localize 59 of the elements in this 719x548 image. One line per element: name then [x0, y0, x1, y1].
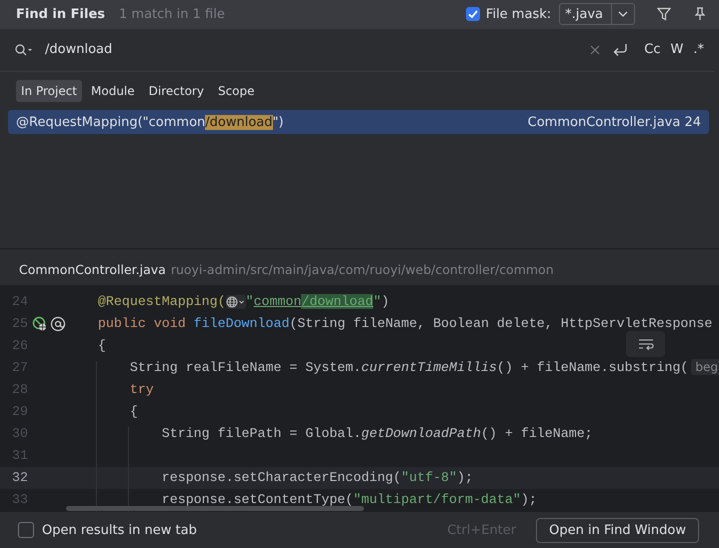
file-mask-combo[interactable]: *.java	[559, 3, 635, 26]
search-option-toggle[interactable]: .*	[693, 42, 704, 58]
soft-wrap-icon[interactable]	[638, 338, 654, 350]
search-icon[interactable]	[15, 44, 33, 56]
line-number: 32	[11, 470, 29, 486]
code-token: public void	[96, 316, 187, 332]
code-token: String realFileName = System.	[128, 360, 362, 376]
code-token: response.setContentType(	[160, 492, 354, 508]
result-row[interactable]: @RequestMapping("common/download") CommonController.java 24	[8, 110, 709, 134]
code-token: "	[246, 294, 254, 310]
code-token: currentTimeMillis	[361, 360, 497, 376]
code-token: () + fileName;	[480, 426, 593, 442]
code-token: common	[254, 294, 302, 310]
newline-icon[interactable]	[612, 42, 628, 57]
code-token: String filePath = Global.	[160, 426, 362, 442]
url-hint-icon[interactable]	[226, 294, 246, 309]
file-mask-label: File mask:	[486, 6, 552, 22]
code-token: try	[128, 382, 154, 398]
code-token: );	[520, 492, 537, 508]
scope-tab[interactable]: In Project	[16, 80, 82, 102]
new-tab-checkbox[interactable]	[18, 522, 34, 538]
code-token: "multipart/form-data"	[353, 492, 521, 508]
scope-tab[interactable]: Scope	[212, 80, 260, 102]
code-token: "	[373, 294, 382, 310]
search-option-toggle[interactable]: W	[670, 42, 684, 58]
at-sign-icon[interactable]	[50, 316, 66, 332]
endpoint-icon[interactable]	[32, 316, 48, 332]
caret-icon[interactable]	[618, 11, 628, 18]
code-token: (String fileName, Boolean delete, HttpServletResponse	[289, 316, 712, 332]
open-in-find-window-button[interactable]: Open in Find Window	[536, 518, 699, 543]
code-token: )	[381, 294, 390, 310]
filter-icon[interactable]	[657, 7, 671, 22]
new-tab-label: Open results in new tab	[42, 522, 197, 538]
dialog-title: Find in Files	[16, 6, 106, 22]
code-token: );	[457, 470, 473, 486]
pin-icon[interactable]	[693, 7, 707, 22]
scope-tab[interactable]: Module	[86, 80, 140, 102]
code-token: {	[128, 404, 138, 420]
code-token: fileDownload	[194, 316, 290, 332]
code-token: {	[96, 338, 106, 354]
result-location: CommonController.java 24	[528, 114, 701, 130]
code-token: () + fileName.substring(	[496, 360, 688, 376]
code-token: response.setCharacterEncoding(	[160, 470, 402, 486]
result-text: @RequestMapping("common/download")	[16, 114, 285, 130]
code-token: @RequestMapping(	[96, 294, 226, 310]
horizontal-scrollbar[interactable]	[66, 506, 364, 512]
code-token: /download	[301, 294, 374, 310]
clear-icon[interactable]	[590, 44, 600, 55]
match-summary: 1 match in 1 file	[119, 6, 225, 22]
scope-tab[interactable]: Directory	[144, 80, 209, 102]
preview-file-name: CommonController.java	[19, 262, 166, 278]
code-token: "utf-8"	[401, 470, 457, 486]
search-option-toggle[interactable]: Cc	[644, 42, 660, 58]
search-field[interactable]: /download	[45, 42, 584, 58]
code-token: getDownloadPath	[361, 426, 481, 442]
file-mask-checkbox[interactable]	[466, 7, 480, 22]
preview-file-path: ruoyi-admin/src/main/java/com/ruoyi/web/controller/common	[170, 262, 554, 278]
parameter-hint: beg	[691, 359, 719, 376]
soft-wrap-button[interactable]	[626, 330, 665, 357]
